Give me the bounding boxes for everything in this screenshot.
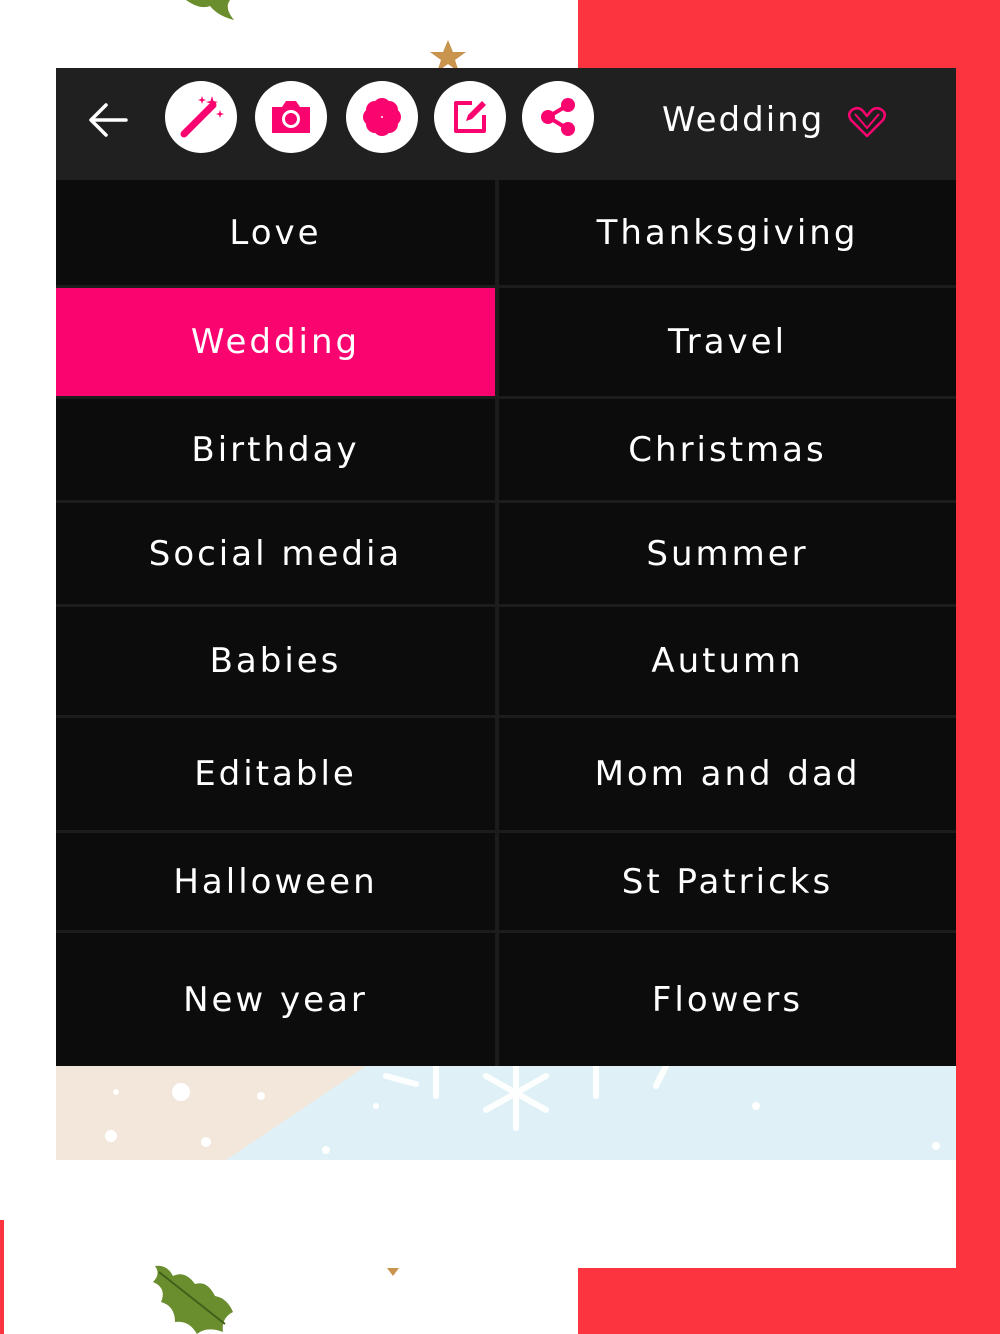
category-grid: Love Wedding Birthday Social media Babie… <box>56 180 956 1066</box>
background-red-strip <box>0 1220 4 1334</box>
flower-icon <box>363 98 401 136</box>
camera-icon <box>272 101 310 133</box>
category-love[interactable]: Love <box>56 180 495 285</box>
row-divider <box>56 930 956 933</box>
share-icon <box>541 98 575 136</box>
favorite-button[interactable] <box>846 104 888 140</box>
template-preview[interactable] <box>56 1066 956 1160</box>
category-babies[interactable]: Babies <box>56 607 495 715</box>
column-divider <box>495 180 499 1066</box>
holly-leaf-icon <box>153 1265 233 1334</box>
category-new-year[interactable]: New year <box>56 933 495 1066</box>
category-wedding[interactable]: Wedding <box>56 288 495 396</box>
toolbar: Wedding <box>56 68 956 180</box>
arrow-left-icon <box>89 103 128 137</box>
category-st-patricks[interactable]: St Patricks <box>499 833 956 930</box>
share-button[interactable] <box>522 81 594 153</box>
category-thanksgiving[interactable]: Thanksgiving <box>499 180 956 285</box>
category-summer[interactable]: Summer <box>499 503 956 604</box>
magic-wand-icon <box>180 96 224 138</box>
camera-button[interactable] <box>255 81 327 153</box>
category-birthday[interactable]: Birthday <box>56 399 495 500</box>
background-white-strip <box>0 1160 956 1268</box>
category-social-media[interactable]: Social media <box>56 503 495 604</box>
category-travel[interactable]: Travel <box>499 288 956 396</box>
category-editable[interactable]: Editable <box>56 718 495 830</box>
star-icon <box>387 1268 399 1276</box>
row-divider <box>56 830 956 833</box>
row-divider <box>56 500 956 503</box>
toolbar-title: Wedding <box>662 100 825 140</box>
magic-wand-button[interactable] <box>165 81 237 153</box>
row-divider <box>56 285 956 288</box>
background-white-corner <box>0 1268 578 1334</box>
snowflake-background <box>56 1066 940 1160</box>
category-flowers[interactable]: Flowers <box>499 933 956 1066</box>
row-divider <box>56 604 956 607</box>
category-autumn[interactable]: Autumn <box>499 607 956 715</box>
row-divider <box>56 715 956 718</box>
edit-icon <box>454 101 486 133</box>
flower-button[interactable] <box>346 81 418 153</box>
row-divider <box>56 396 956 399</box>
category-panel: Wedding Love Wedding Birthday Social med… <box>56 68 956 1066</box>
category-christmas[interactable]: Christmas <box>499 399 956 500</box>
holly-leaf-icon <box>186 0 234 20</box>
category-halloween[interactable]: Halloween <box>56 833 495 930</box>
heart-outline-icon <box>848 107 886 138</box>
category-mom-and-dad[interactable]: Mom and dad <box>499 718 956 830</box>
back-button[interactable] <box>82 94 134 146</box>
edit-button[interactable] <box>434 81 506 153</box>
